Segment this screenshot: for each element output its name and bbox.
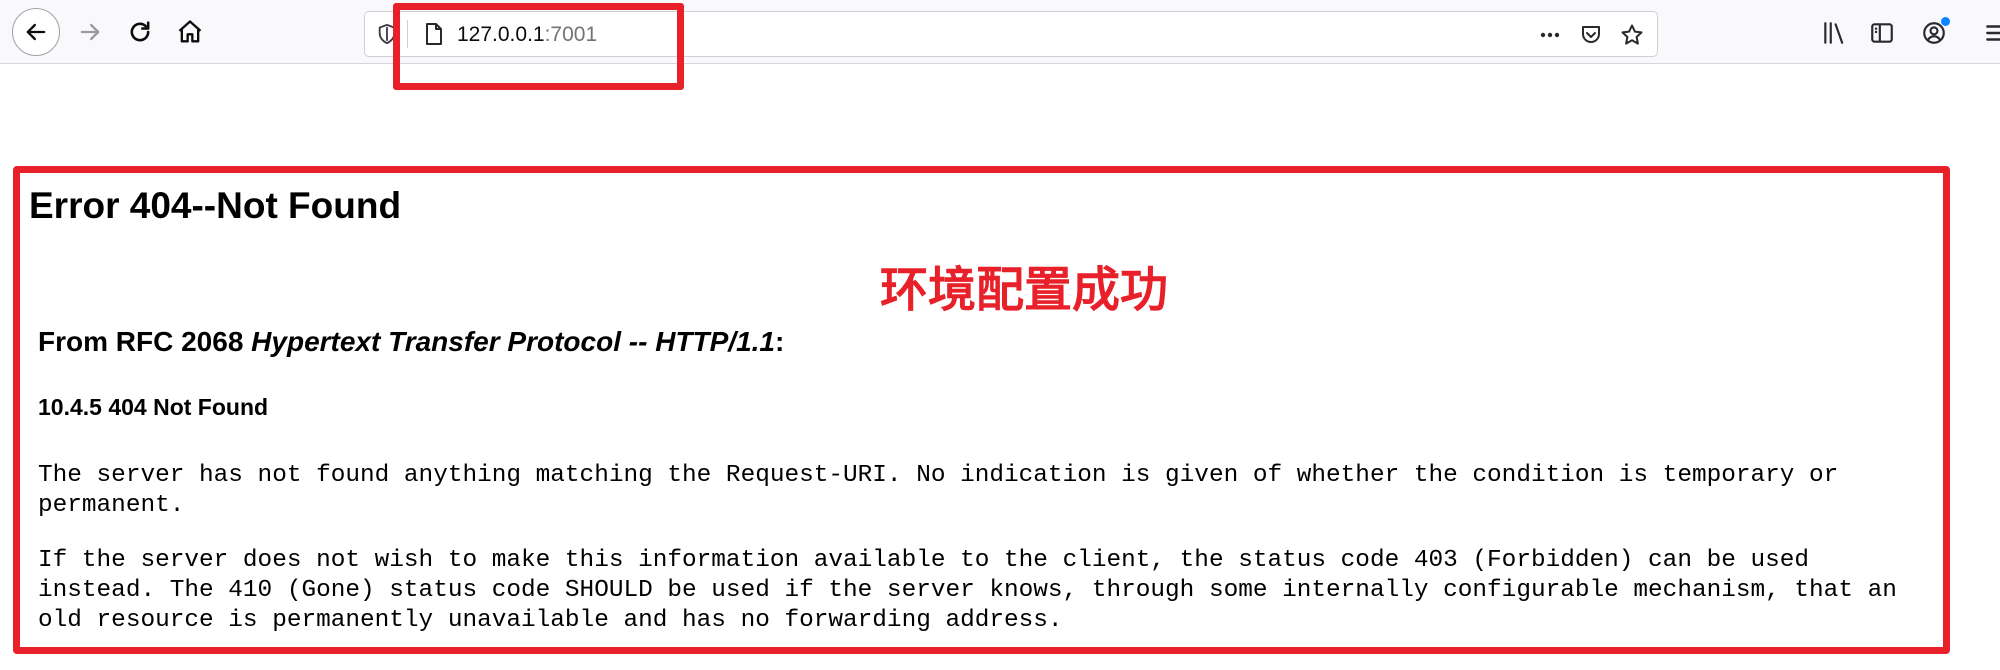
url-bar[interactable]: 127.0.0.1:7001 xyxy=(364,11,1658,57)
arrow-left-icon xyxy=(26,23,46,41)
bookmark-button[interactable] xyxy=(1617,20,1647,50)
page-icon xyxy=(426,23,442,45)
error-title: Error 404--Not Found xyxy=(29,185,402,226)
url-port: :7001 xyxy=(544,23,598,46)
paragraph-line: instead. The 410 (Gone) status code SHOU… xyxy=(38,577,1897,604)
paragraph-forbidden-gone: If the server does not wish to make this… xyxy=(38,546,1958,636)
paragraph-not-found: The server has not found anything matchi… xyxy=(38,461,1958,521)
page-content: Error 404--Not Found 环境配置成功 From RFC 206… xyxy=(0,64,2000,670)
pocket-icon xyxy=(1582,26,1600,43)
pocket-button[interactable] xyxy=(1576,20,1606,50)
paragraph-line: The server has not found anything matchi… xyxy=(38,462,1839,489)
library-button[interactable] xyxy=(1818,17,1850,49)
page-actions-button[interactable] xyxy=(1535,20,1565,50)
home-button[interactable] xyxy=(166,8,214,56)
paragraph-line: If the server does not wish to make this… xyxy=(38,547,1810,574)
rfc-heading-prefix: From RFC 2068 xyxy=(38,326,252,357)
forward-button[interactable] xyxy=(66,8,114,56)
reload-icon xyxy=(130,21,150,42)
paragraph-line: old resource is permanently unavailable … xyxy=(38,607,1063,634)
section-heading: 10.4.5 404 Not Found xyxy=(38,394,269,420)
url-text[interactable]: 127.0.0.1:7001 xyxy=(457,21,597,49)
shield-icon xyxy=(378,23,396,45)
tracking-protection-button[interactable] xyxy=(373,20,401,48)
hamburger-menu-icon xyxy=(1986,25,2000,41)
rfc-heading: From RFC 2068 Hypertext Transfer Protoco… xyxy=(38,324,784,360)
rfc-heading-suffix: : xyxy=(775,326,785,357)
rfc-heading-title: Hypertext Transfer Protocol -- HTTP/1.1 xyxy=(251,326,775,357)
account-notification-dot xyxy=(1941,17,1950,26)
library-icon xyxy=(1824,22,1844,44)
browser-toolbar: 127.0.0.1:7001 xyxy=(0,0,2000,64)
back-button[interactable] xyxy=(12,8,60,56)
site-info-button[interactable] xyxy=(421,21,447,47)
url-separator xyxy=(407,20,408,48)
url-host: 127.0.0.1 xyxy=(457,23,545,46)
app-menu-button[interactable] xyxy=(1980,17,2000,49)
account-button[interactable] xyxy=(1918,17,1950,49)
home-icon xyxy=(178,20,202,43)
arrow-right-icon xyxy=(80,23,100,41)
sidebar-button[interactable] xyxy=(1866,17,1898,49)
paragraph-line: permanent. xyxy=(38,492,185,519)
more-dots-icon xyxy=(1540,32,1560,38)
reload-button[interactable] xyxy=(116,8,164,56)
star-icon xyxy=(1621,24,1643,45)
annotation-note: 环境配置成功 xyxy=(880,262,1169,318)
sidebar-icon xyxy=(1871,23,1893,43)
